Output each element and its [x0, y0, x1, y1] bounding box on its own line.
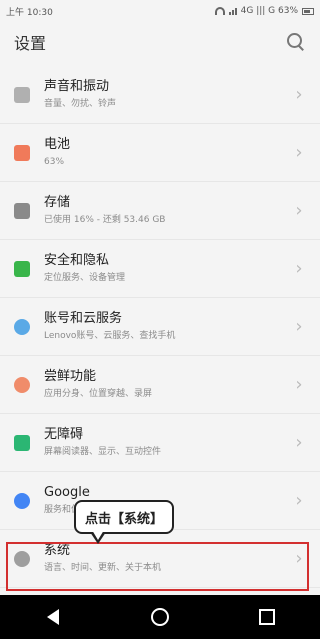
- item-subtitle: 已使用 16% - 还剩 53.46 GB: [44, 215, 166, 225]
- battery-icon: [14, 144, 30, 161]
- settings-item-features[interactable]: 尝鲜功能 应用分身、位置穿越、录屏 ›: [0, 356, 320, 414]
- item-label: 尝鲜功能: [44, 369, 97, 384]
- settings-item-system[interactable]: 系统 语言、时间、更新、关于本机 ›: [0, 530, 320, 588]
- item-text: 尝鲜功能 应用分身、位置穿越、录屏: [44, 369, 288, 400]
- item-text: 电池 63%: [44, 137, 288, 168]
- item-label: 系统: [44, 543, 71, 558]
- item-label: 电池: [44, 137, 71, 152]
- item-text: 安全和隐私 定位服务、设备管理: [44, 253, 288, 284]
- item-icon-wrap: [0, 202, 44, 219]
- accessibility-icon: [14, 434, 30, 451]
- item-text: 声音和振动 音量、勿扰、铃声: [44, 79, 288, 110]
- navigation-bar: [0, 595, 320, 639]
- chevron-right-icon: ›: [295, 548, 303, 569]
- item-label: 账号和云服务: [44, 311, 123, 326]
- item-subtitle: 音量、勿扰、铃声: [44, 99, 117, 109]
- tooltip-text: 点击【系统】: [84, 511, 163, 527]
- item-subtitle: 语言、时间、更新、关于本机: [44, 563, 162, 573]
- signal-icon: [228, 7, 237, 15]
- tooltip-tail: [90, 530, 106, 544]
- chevron-right-icon: ›: [295, 374, 303, 395]
- wifi-icon: [214, 7, 225, 15]
- chevron-right-icon: ›: [295, 316, 303, 337]
- settings-item-security[interactable]: 安全和隐私 定位服务、设备管理 ›: [0, 240, 320, 298]
- item-icon-wrap: [0, 260, 44, 277]
- status-time: 上午 10:30: [6, 7, 53, 18]
- cloud-icon: [14, 318, 30, 335]
- item-text: 系统 语言、时间、更新、关于本机: [44, 543, 288, 574]
- home-button[interactable]: [146, 603, 174, 631]
- page-title: 设置: [14, 34, 47, 53]
- item-icon-wrap: [0, 550, 44, 567]
- back-icon: [47, 609, 60, 625]
- recent-apps-button[interactable]: [253, 603, 281, 631]
- app-header: 设置: [0, 22, 320, 62]
- settings-item-battery[interactable]: 电池 63% ›: [0, 124, 320, 182]
- item-subtitle: 定位服务、设备管理: [44, 273, 126, 283]
- back-button[interactable]: [39, 603, 67, 631]
- status-bar: 上午 10:30 4G ||| G 63%: [0, 0, 320, 22]
- item-text: 存储 已使用 16% - 还剩 53.46 GB: [44, 195, 288, 226]
- google-icon: [14, 492, 30, 509]
- info-icon: [14, 550, 30, 567]
- item-icon-wrap: [0, 434, 44, 451]
- item-text: 无障碍 屏幕阅读器、显示、互动控件: [44, 427, 288, 458]
- features-icon: [14, 376, 30, 393]
- chevron-right-icon: ›: [295, 84, 303, 105]
- chevron-right-icon: ›: [295, 142, 303, 163]
- battery-status-icon: [302, 7, 314, 15]
- settings-item-sound[interactable]: 声音和振动 音量、勿扰、铃声 ›: [0, 66, 320, 124]
- item-label: 无障碍: [44, 427, 84, 442]
- chevron-right-icon: ›: [295, 200, 303, 221]
- chevron-right-icon: ›: [295, 432, 303, 453]
- item-label: 存储: [44, 195, 71, 210]
- item-subtitle: 应用分身、位置穿越、录屏: [44, 389, 153, 399]
- item-icon-wrap: [0, 492, 44, 509]
- settings-item-accounts[interactable]: 账号和云服务 Lenovo账号、云服务、查找手机 ›: [0, 298, 320, 356]
- item-subtitle: Lenovo账号、云服务、查找手机: [44, 331, 176, 341]
- chevron-right-icon: ›: [295, 490, 303, 511]
- item-label: 安全和隐私: [44, 253, 110, 268]
- status-text: 4G ||| G 63%: [240, 6, 298, 16]
- recent-apps-icon: [258, 609, 275, 625]
- chevron-right-icon: ›: [295, 258, 303, 279]
- status-icons: 4G ||| G 63%: [214, 6, 314, 16]
- speaker-icon: [14, 86, 30, 103]
- item-text: 账号和云服务 Lenovo账号、云服务、查找手机: [44, 311, 288, 342]
- item-label: Google: [44, 485, 90, 500]
- lock-icon: [14, 260, 30, 277]
- instruction-tooltip: 点击【系统】: [74, 500, 174, 534]
- settings-item-accessibility[interactable]: 无障碍 屏幕阅读器、显示、互动控件 ›: [0, 414, 320, 472]
- storage-icon: [14, 202, 30, 219]
- search-icon[interactable]: [286, 32, 306, 52]
- item-subtitle: 屏幕阅读器、显示、互动控件: [44, 447, 162, 457]
- item-subtitle: 63%: [44, 157, 65, 167]
- item-icon-wrap: [0, 86, 44, 103]
- settings-item-storage[interactable]: 存储 已使用 16% - 还剩 53.46 GB ›: [0, 182, 320, 240]
- item-icon-wrap: [0, 144, 44, 161]
- item-icon-wrap: [0, 376, 44, 393]
- item-label: 声音和振动: [44, 79, 110, 94]
- home-icon: [150, 608, 169, 626]
- item-icon-wrap: [0, 318, 44, 335]
